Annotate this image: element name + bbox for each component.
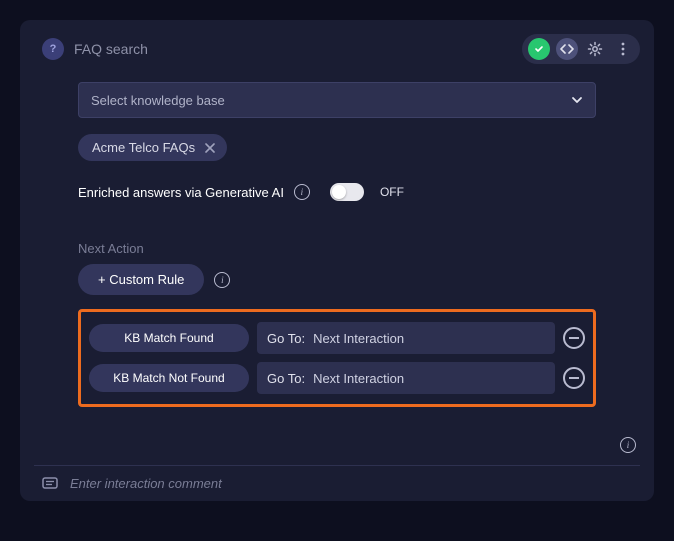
rule-row-match-found: KB Match Found Go To: Next Interaction [89, 322, 585, 354]
toggle-state-label: OFF [380, 185, 404, 199]
kb-select-placeholder: Select knowledge base [91, 93, 225, 108]
knowledge-base-select[interactable]: Select knowledge base [78, 82, 596, 118]
panel-info-icon[interactable]: i [620, 436, 636, 453]
destination-value: Next Interaction [313, 371, 404, 386]
panel-body: Select knowledge base Acme Telco FAQs En… [34, 82, 640, 465]
custom-rule-row: + Custom Rule i [78, 264, 596, 295]
toggle-knob [332, 185, 346, 199]
goto-label: Go To: [267, 371, 305, 386]
gear-icon[interactable] [584, 38, 606, 60]
rule-action-select[interactable]: Go To: Next Interaction [257, 362, 555, 394]
more-icon[interactable] [612, 38, 634, 60]
goto-label: Go To: [267, 331, 305, 346]
kb-chip: Acme Telco FAQs [78, 134, 227, 161]
chevron-down-icon [571, 96, 583, 104]
remove-rule-button[interactable] [563, 367, 585, 389]
rule-action-select[interactable]: Go To: Next Interaction [257, 322, 555, 354]
info-icon[interactable]: i [294, 184, 310, 200]
header-tools [522, 34, 640, 64]
title-wrap: ? FAQ search [42, 38, 148, 60]
comment-row [34, 465, 640, 491]
kb-chip-label: Acme Telco FAQs [92, 140, 195, 155]
faq-search-panel: ? FAQ search Select knowledge base [20, 20, 654, 501]
question-icon: ? [42, 38, 64, 60]
enriched-answers-row: Enriched answers via Generative AI i OFF [78, 183, 596, 201]
destination-value: Next Interaction [313, 331, 404, 346]
rule-label[interactable]: KB Match Not Found [89, 364, 249, 392]
comment-input[interactable] [70, 476, 632, 491]
rule-row-match-not-found: KB Match Not Found Go To: Next Interacti… [89, 362, 585, 394]
rule-label[interactable]: KB Match Found [89, 324, 249, 352]
panel-header: ? FAQ search [34, 34, 640, 64]
add-custom-rule-button[interactable]: + Custom Rule [78, 264, 204, 295]
remove-rule-button[interactable] [563, 327, 585, 349]
code-button[interactable] [556, 38, 578, 60]
enriched-toggle[interactable] [330, 183, 364, 201]
rules-highlight-box: KB Match Found Go To: Next Interaction K… [78, 309, 596, 407]
comment-icon [42, 477, 58, 491]
info-icon[interactable]: i [214, 272, 230, 288]
close-icon[interactable] [205, 143, 215, 153]
status-indicator[interactable] [528, 38, 550, 60]
enriched-label: Enriched answers via Generative AI [78, 185, 284, 200]
panel-title: FAQ search [74, 41, 148, 57]
next-action-label: Next Action [78, 241, 596, 256]
